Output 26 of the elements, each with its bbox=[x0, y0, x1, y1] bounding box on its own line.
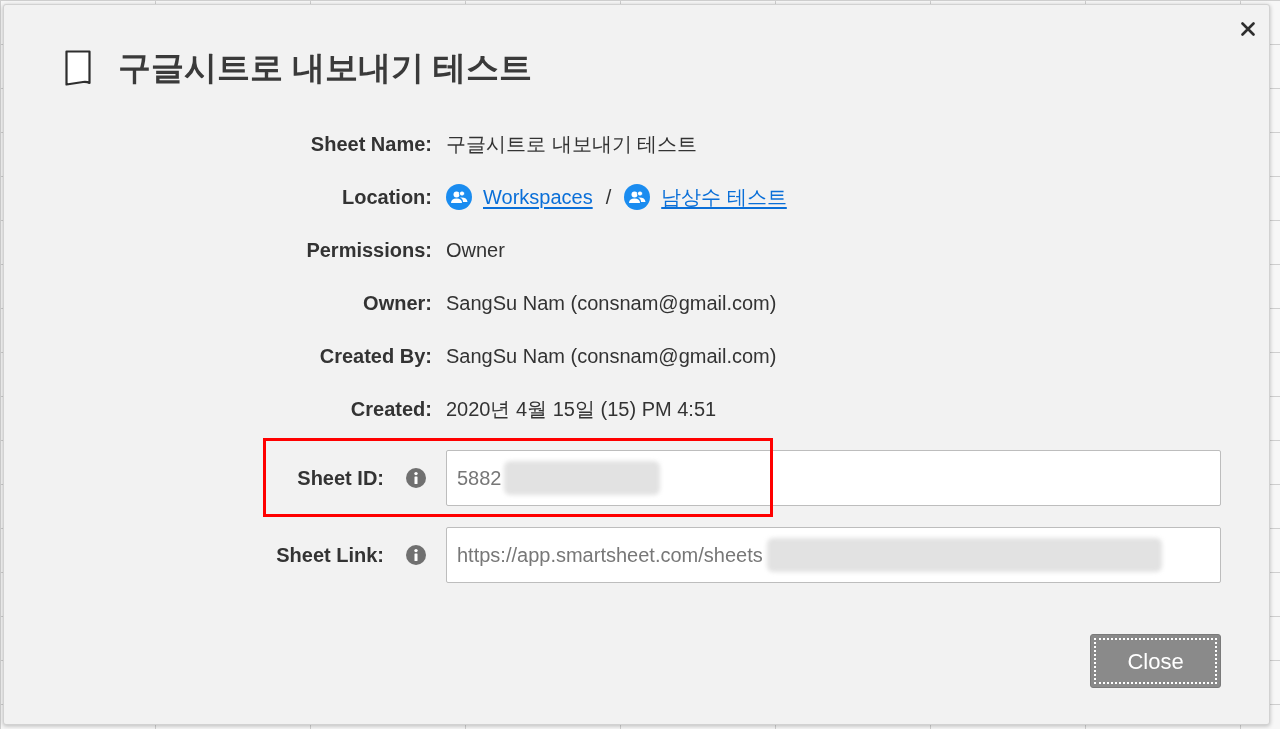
field-label: Created: bbox=[350, 396, 432, 422]
field-value: SangSu Nam (consnam@gmail.com) bbox=[446, 290, 777, 316]
close-icon[interactable] bbox=[1241, 22, 1255, 36]
field-label: Owner: bbox=[363, 290, 432, 316]
close-button[interactable]: Close bbox=[1090, 634, 1221, 688]
location-link[interactable]: 남상수 테스트 bbox=[661, 181, 787, 212]
location-link[interactable]: Workspaces bbox=[483, 181, 593, 212]
info-icon[interactable] bbox=[406, 468, 426, 488]
info-icon[interactable] bbox=[406, 545, 426, 565]
field-label: Permissions: bbox=[306, 237, 432, 263]
field-value: SangSu Nam (consnam@gmail.com) bbox=[446, 343, 777, 369]
path-separator: / bbox=[605, 184, 612, 210]
bookmark-icon bbox=[65, 50, 91, 86]
field-label: Sheet Link: bbox=[276, 543, 384, 568]
field-label: Created By: bbox=[319, 343, 432, 369]
field-label: Location: bbox=[342, 184, 432, 210]
group-icon bbox=[446, 183, 472, 210]
text-field[interactable]: https://app.smartsheet.com/sheets bbox=[446, 527, 1221, 583]
field-value: Owner bbox=[446, 237, 505, 263]
field-value: 2020년 4월 15일 (15) PM 4:51 bbox=[446, 396, 717, 422]
field-label: Sheet Name: bbox=[310, 131, 432, 157]
field-value: 구글시트로 내보내기 테스트 bbox=[446, 131, 698, 157]
dialog-title: 구글시트로 내보내기 테스트 bbox=[118, 48, 533, 88]
group-icon bbox=[624, 183, 651, 210]
field-label: Sheet ID: bbox=[297, 466, 384, 491]
text-field[interactable]: 5882 bbox=[446, 450, 1221, 506]
